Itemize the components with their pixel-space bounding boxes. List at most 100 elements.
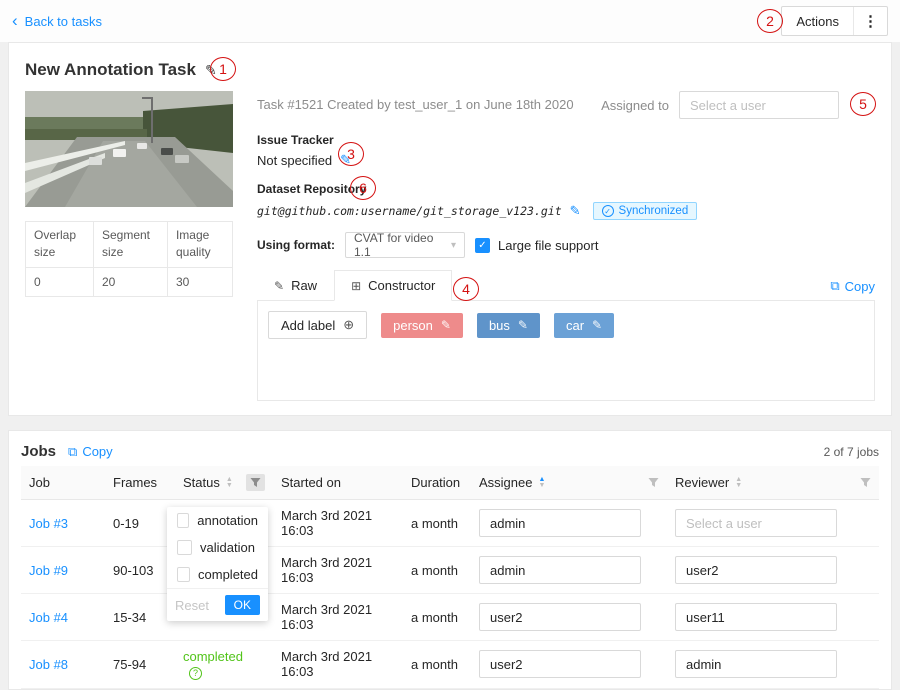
job-assignee-input[interactable] <box>479 603 641 631</box>
assignee-filter-icon[interactable] <box>648 477 659 488</box>
task-assignee-input[interactable] <box>679 91 839 119</box>
job-reviewer-input[interactable] <box>675 650 837 678</box>
filter-option-validation[interactable]: ✓ validation <box>167 534 268 561</box>
jobs-title: Jobs <box>21 443 56 460</box>
col-frames: Frames <box>113 475 157 490</box>
actions-button[interactable]: Actions ⋮ <box>781 6 888 36</box>
job-row: Job #4 15-34 March 3rd 2021 16:03 a mont… <box>21 594 879 641</box>
job-reviewer-input[interactable] <box>675 603 837 631</box>
filter-option-label: completed <box>198 567 258 582</box>
reviewer-sort-icon[interactable]: ▲▼ <box>735 477 742 488</box>
status-filter-icon[interactable] <box>246 474 265 491</box>
chevron-down-icon: ▾ <box>451 240 456 251</box>
plus-circle-icon: ⊕ <box>343 317 354 333</box>
assigned-to-group: Assigned to <box>601 91 839 119</box>
job-link[interactable]: Job #3 <box>29 516 68 531</box>
label-chip-bus[interactable]: bus ✎ <box>477 313 540 338</box>
reviewer-filter-icon[interactable] <box>860 477 871 488</box>
job-link[interactable]: Job #4 <box>29 610 68 625</box>
actions-label: Actions <box>782 14 853 29</box>
col-reviewer: Reviewer <box>675 475 729 490</box>
traffic-scene-graphic <box>25 91 233 207</box>
tab-raw[interactable]: ✎ Raw <box>257 270 334 301</box>
labels-tabs-bar: ✎ Raw ⊞ Constructor ⧉ Copy <box>257 270 875 301</box>
job-assignee-input[interactable] <box>479 556 641 584</box>
param-value: 30 <box>167 267 232 296</box>
filter-checkbox[interactable]: ✓ <box>177 567 190 582</box>
edit-label-icon[interactable]: ✎ <box>441 318 451 332</box>
task-params-table: Overlap size Segment size Image quality … <box>25 221 233 297</box>
job-link[interactable]: Job #9 <box>29 563 68 578</box>
copy-labels-button[interactable]: ⧉ Copy <box>830 278 875 300</box>
format-select[interactable]: CVAT for video 1.1 ▾ <box>345 232 465 258</box>
filter-option-annotation[interactable]: ✓ annotation <box>167 507 268 534</box>
jobs-card: Jobs ⧉ Copy 2 of 7 jobs Job Frames Statu… <box>8 430 892 690</box>
job-frames: 75-94 <box>105 641 175 689</box>
job-started: March 3rd 2021 16:03 <box>273 547 403 594</box>
sync-status-label: Synchronized <box>619 205 689 217</box>
job-started: March 3rd 2021 16:03 <box>273 500 403 547</box>
filter-reset-button[interactable]: Reset <box>175 598 209 613</box>
task-details-card: New Annotation Task ✎ <box>8 42 892 416</box>
job-assignee-input[interactable] <box>479 650 641 678</box>
job-reviewer-input[interactable] <box>675 556 837 584</box>
param-header: Overlap size <box>26 222 94 268</box>
using-format-label: Using format: <box>257 238 335 252</box>
filter-ok-button[interactable]: OK <box>225 595 260 615</box>
filter-option-label: annotation <box>197 513 258 528</box>
edit-repository-icon[interactable]: ✎ <box>570 203 581 219</box>
add-label-button[interactable]: Add label ⊕ <box>268 311 367 339</box>
col-assignee: Assignee <box>479 475 532 490</box>
job-status-completed: completed <box>183 649 243 664</box>
col-started: Started on <box>281 475 341 490</box>
task-title: New Annotation Task <box>25 60 196 80</box>
job-duration: a month <box>403 500 471 547</box>
job-duration: a month <box>403 641 471 689</box>
repository-url[interactable]: git@github.com:username/git_storage_v123… <box>257 204 562 218</box>
filter-option-completed[interactable]: ✓ completed <box>167 561 268 588</box>
filter-checkbox[interactable]: ✓ <box>177 540 192 555</box>
annotation-marker-2: 2 <box>757 9 783 33</box>
job-started: March 3rd 2021 16:03 <box>273 594 403 641</box>
annotation-marker-5: 5 <box>850 92 876 116</box>
job-status: completed ? <box>175 641 273 689</box>
edit-label-icon[interactable]: ✎ <box>592 318 602 332</box>
back-arrow-icon: ‹ <box>12 12 18 29</box>
filter-option-label: validation <box>200 540 255 555</box>
tab-constructor[interactable]: ⊞ Constructor <box>334 270 452 301</box>
label-chip-car[interactable]: car ✎ <box>554 313 614 338</box>
job-duration: a month <box>403 594 471 641</box>
annotation-marker-4: 4 <box>453 277 479 301</box>
label-name: person <box>393 318 433 333</box>
status-sort-icon[interactable]: ▲▼ <box>226 477 233 488</box>
annotation-marker-1: 1 <box>210 57 236 81</box>
label-name: car <box>566 318 584 333</box>
jobs-table-header-row: Job Frames Status ▲▼ Started on Duration <box>21 466 879 500</box>
edit-label-icon[interactable]: ✎ <box>518 318 528 332</box>
back-to-tasks-link[interactable]: ‹ Back to tasks <box>12 14 102 29</box>
kebab-menu-icon[interactable]: ⋮ <box>854 12 887 30</box>
param-header: Image quality <box>167 222 232 268</box>
param-value: 0 <box>26 267 94 296</box>
tab-raw-label: Raw <box>291 278 317 293</box>
task-title-row: New Annotation Task ✎ <box>25 55 875 85</box>
copy-jobs-button[interactable]: ⧉ Copy <box>68 444 113 460</box>
task-right-column: Task #1521 Created by test_user_1 on Jun… <box>257 91 875 401</box>
task-left-column: Overlap size Segment size Image quality … <box>25 91 233 401</box>
filter-checkbox[interactable]: ✓ <box>177 513 189 528</box>
job-frames: 15-34 <box>105 594 175 641</box>
check-circle-icon: ✓ <box>602 205 614 217</box>
job-link[interactable]: Job #8 <box>29 657 68 672</box>
assignee-sort-icon[interactable]: ▲▼ <box>538 477 545 488</box>
assigned-to-label: Assigned to <box>601 98 669 113</box>
status-filter-dropdown: ✓ annotation ✓ validation ✓ completed Re… <box>167 507 268 621</box>
copy-icon: ⧉ <box>68 444 77 460</box>
status-info-icon: ? <box>189 667 202 680</box>
label-chip-person[interactable]: person ✎ <box>381 313 463 338</box>
job-frames: 90-103 <box>105 547 175 594</box>
build-icon: ⊞ <box>351 279 361 293</box>
jobs-count: 2 of 7 jobs <box>824 445 879 459</box>
large-file-checkbox[interactable]: ✓ <box>475 238 490 253</box>
job-reviewer-input[interactable] <box>675 509 837 537</box>
job-assignee-input[interactable] <box>479 509 641 537</box>
